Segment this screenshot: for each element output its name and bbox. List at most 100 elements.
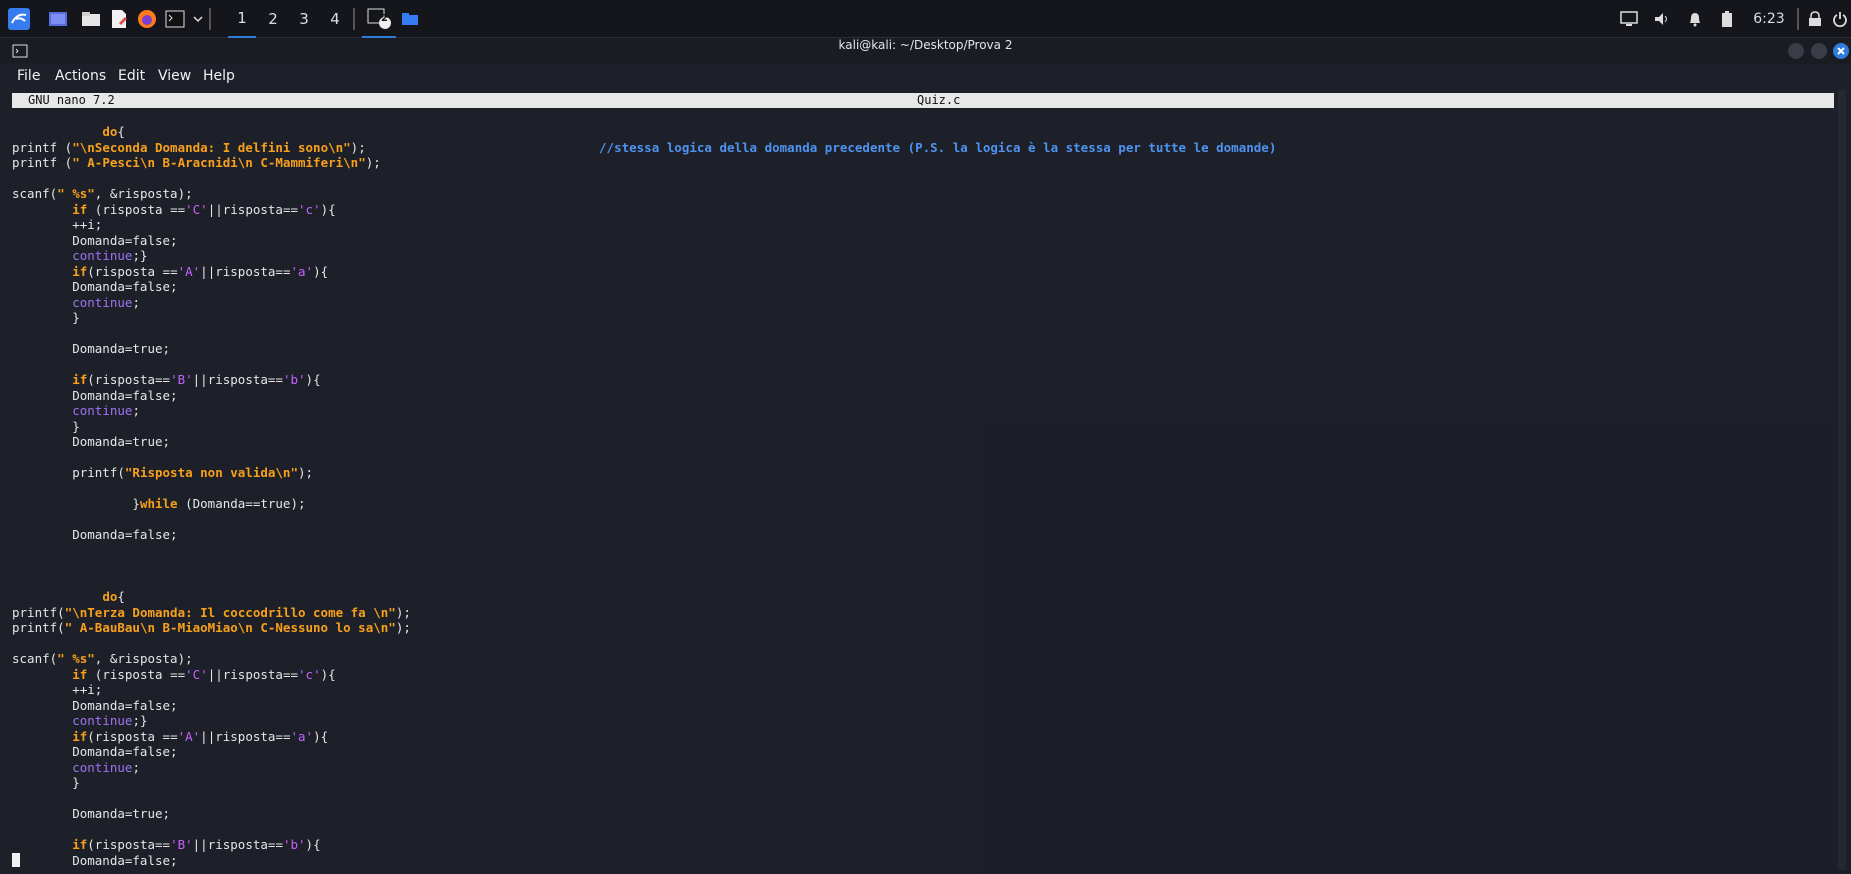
terminal-task-badge: 2 (381, 13, 388, 24)
code-line: continue; (12, 760, 140, 775)
menu-actions[interactable]: Actions (55, 68, 106, 84)
code-token: ){ (313, 263, 329, 279)
code-line: Domanda=false; (12, 388, 177, 403)
code-line: if(risposta =='A'||risposta=='a'){ (12, 729, 328, 744)
file-manager-icon[interactable] (79, 0, 103, 38)
code-line: Domanda=false; (12, 853, 177, 868)
workspace-2[interactable]: 2 (259, 0, 287, 38)
code-token: do (102, 124, 118, 139)
code-token: printf( (12, 604, 65, 620)
window-titlebar[interactable]: kali@kali: ~/Desktop/Prova 2 (0, 38, 1851, 64)
code-line: } (12, 419, 80, 434)
battery-icon[interactable] (1715, 0, 1739, 38)
code-token: Domanda=true; (12, 434, 171, 449)
code-line: Domanda=true; (12, 341, 170, 356)
clock[interactable]: 6:23 (1745, 0, 1793, 38)
workspace-4[interactable]: 4 (321, 0, 349, 38)
code-token: continue (72, 294, 133, 310)
code-token: , &risposta); (94, 186, 193, 201)
terminal-task-icon[interactable]: 2 (362, 0, 396, 38)
code-token: ); (350, 139, 600, 155)
code-token: continue (72, 759, 133, 775)
code-token: 'C' (185, 201, 208, 217)
code-line: scanf(" %s", &risposta); (12, 651, 193, 666)
workspace-label: 4 (330, 10, 340, 28)
code-token: if (72, 201, 88, 217)
text-editor-icon[interactable] (107, 0, 131, 38)
code-token: if (72, 263, 88, 279)
code-token: (risposta == (87, 728, 178, 744)
firefox-icon[interactable] (135, 0, 159, 38)
code-token: Domanda=false; (12, 527, 178, 542)
code-token: ){ (305, 372, 321, 387)
code-token: (risposta== (87, 837, 171, 852)
maximize-button[interactable] (1811, 43, 1827, 59)
code-token: ||risposta== (207, 666, 299, 682)
terminal-icon[interactable] (163, 0, 187, 38)
code-token: printf ( (12, 139, 73, 155)
code-token: if (72, 728, 88, 744)
close-button[interactable] (1833, 43, 1849, 59)
code-token: ||risposta== (200, 263, 291, 279)
code-token: " A-BauBau\n B-MiaoMiao\n C-Nessuno lo s… (64, 620, 396, 635)
code-token: do (102, 589, 118, 604)
code-line: } (12, 775, 80, 790)
code-token: " A-Pesci\n B-Aracnidi\n C-Mammiferi\n" (72, 155, 366, 170)
menu-edit[interactable]: Edit (118, 68, 145, 84)
code-token: " %s" (57, 651, 95, 666)
volume-icon[interactable] (1650, 0, 1674, 38)
folder-task-icon[interactable] (398, 0, 422, 38)
menubar: File Actions Edit View Help (0, 64, 1851, 90)
workspace-1[interactable]: 1 (228, 0, 256, 38)
code-token: { (117, 589, 125, 604)
workspace-label: 3 (299, 10, 309, 28)
desktop-icon[interactable] (46, 0, 70, 38)
code-line: if (risposta =='C'||risposta=='c'){ (12, 666, 335, 682)
power-icon[interactable] (1829, 0, 1851, 38)
workspace-3[interactable]: 3 (290, 0, 318, 38)
bell-icon[interactable] (1683, 0, 1707, 38)
menu-help[interactable]: Help (203, 68, 235, 84)
menu-file[interactable]: File (17, 68, 40, 84)
code-line: continue; (12, 403, 140, 418)
code-token: ){ (313, 728, 329, 744)
kali-menu-icon[interactable] (4, 0, 34, 38)
code-editor[interactable]: do{printf ("\nSeconda Domanda: I delfini… (12, 124, 1834, 869)
nano-filename: Quiz.c (917, 93, 961, 107)
code-token: 'B' (170, 372, 193, 387)
code-token: 'A' (177, 263, 201, 279)
code-token: Domanda=false; (12, 279, 178, 294)
code-line: if (risposta =='C'||risposta=='c'){ (12, 201, 335, 217)
close-icon (1837, 47, 1845, 55)
code-token: ); (365, 155, 381, 170)
display-icon[interactable] (1617, 0, 1641, 38)
scrollbar[interactable] (1838, 90, 1846, 870)
code-token: (risposta == (87, 263, 178, 279)
code-line: if(risposta=='B'||risposta=='b'){ (12, 837, 320, 852)
code-token: (Domanda==true); (177, 496, 306, 511)
code-token: ; (132, 294, 140, 310)
minimize-button[interactable] (1788, 43, 1804, 59)
menu-view[interactable]: View (158, 68, 191, 84)
text-cursor (12, 853, 20, 867)
code-token: ;} (132, 713, 148, 728)
chevron-down-icon[interactable] (191, 0, 205, 38)
code-token: Domanda=false; (12, 744, 178, 759)
code-token: ; (132, 403, 140, 418)
code-token: while (139, 496, 178, 511)
lock-icon[interactable] (1803, 0, 1827, 38)
code-line: continue;} (12, 713, 148, 728)
code-line: continue;} (12, 248, 148, 263)
code-token: 'b' (282, 372, 306, 387)
code-token: ;} (132, 248, 148, 263)
workspace-label: 2 (268, 10, 278, 28)
code-token: , &risposta); (94, 651, 193, 666)
code-line: printf(" A-BauBau\n B-MiaoMiao\n C-Nessu… (12, 620, 411, 635)
window-title: kali@kali: ~/Desktop/Prova 2 (838, 38, 1013, 52)
code-line: printf (" A-Pesci\n B-Aracnidi\n C-Mammi… (12, 155, 381, 170)
